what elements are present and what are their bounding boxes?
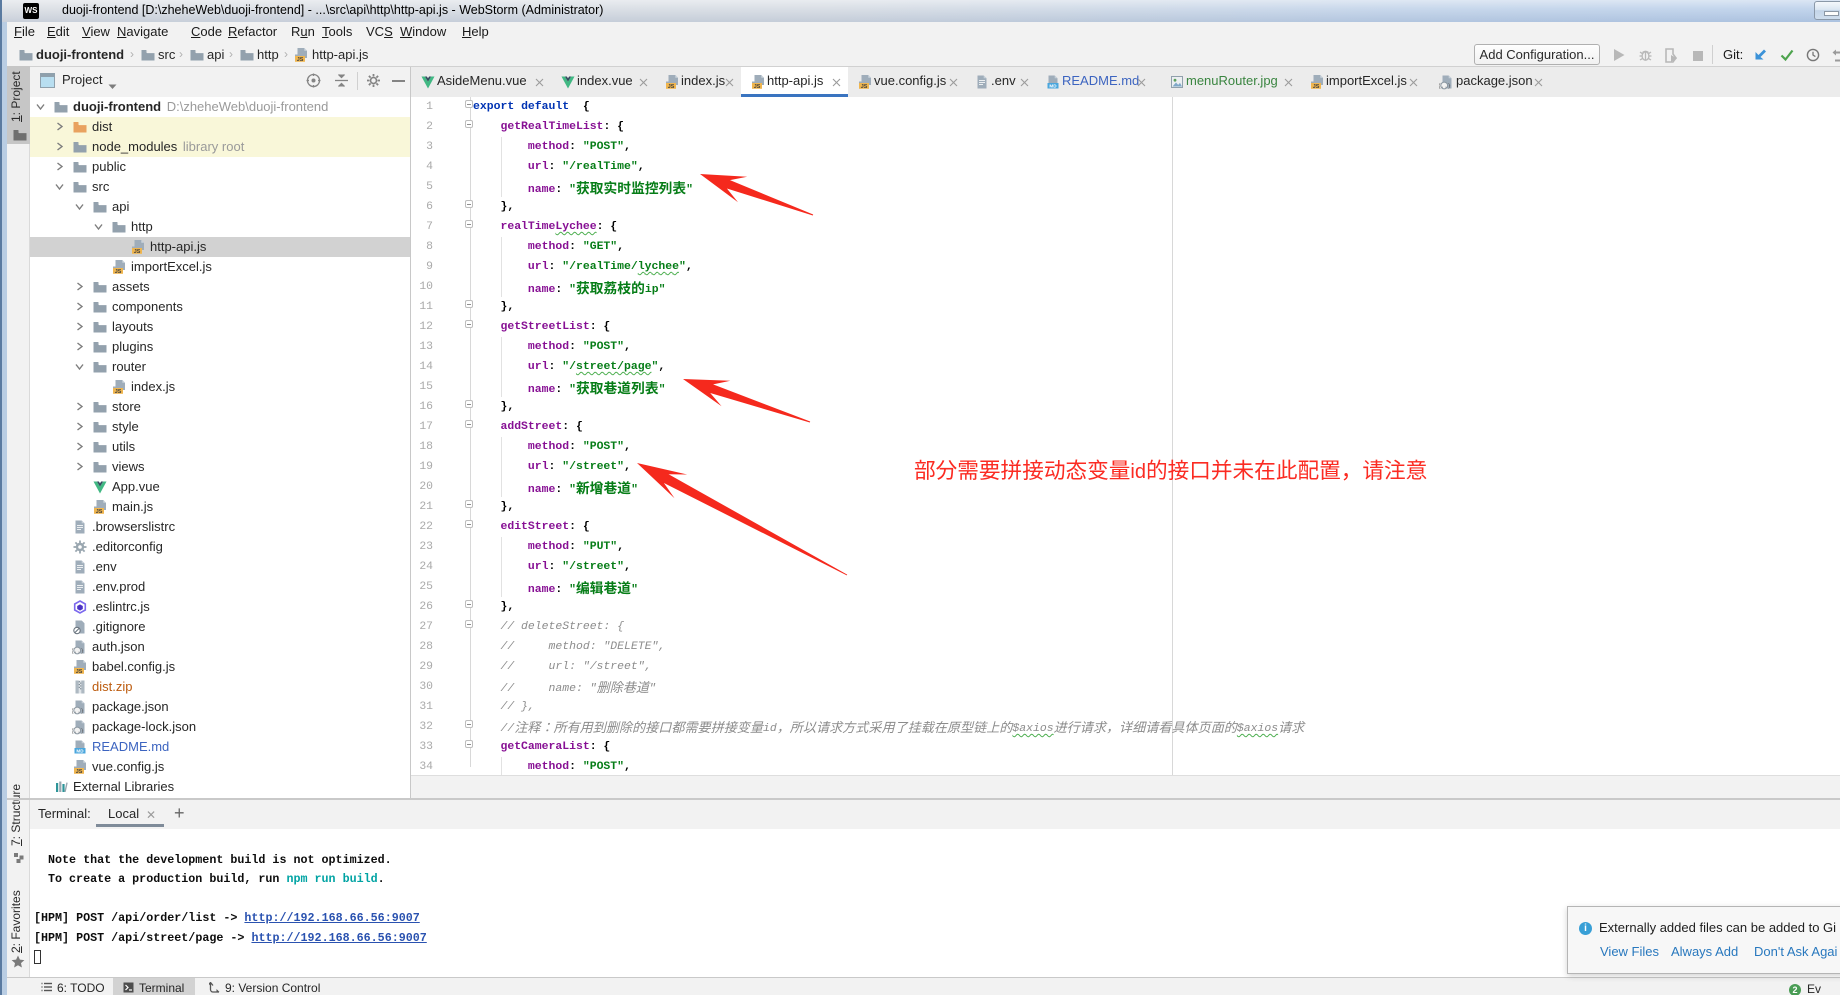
svg-text:JS: JS	[76, 769, 83, 775]
svg-text:JS: JS	[1313, 84, 1320, 90]
svg-text:MD: MD	[1049, 83, 1057, 88]
svg-text:JS: JS	[115, 389, 122, 395]
svg-text:JS: JS	[115, 269, 122, 275]
svg-text:MD: MD	[76, 748, 84, 753]
svg-text:JS: JS	[668, 84, 675, 90]
svg-text:JS: JS	[96, 509, 103, 515]
svg-text:JS: JS	[297, 57, 304, 63]
svg-text:{..}: {..}	[72, 708, 84, 715]
svg-text:JS: JS	[754, 84, 761, 90]
svg-text:JS: JS	[861, 84, 868, 90]
svg-text:{..}: {..}	[72, 728, 84, 735]
svg-text:JS: JS	[76, 669, 83, 675]
svg-text:{..}: {..}	[72, 648, 84, 655]
svg-text:JS: JS	[134, 249, 141, 255]
svg-text:{..}: {..}	[1439, 83, 1451, 90]
